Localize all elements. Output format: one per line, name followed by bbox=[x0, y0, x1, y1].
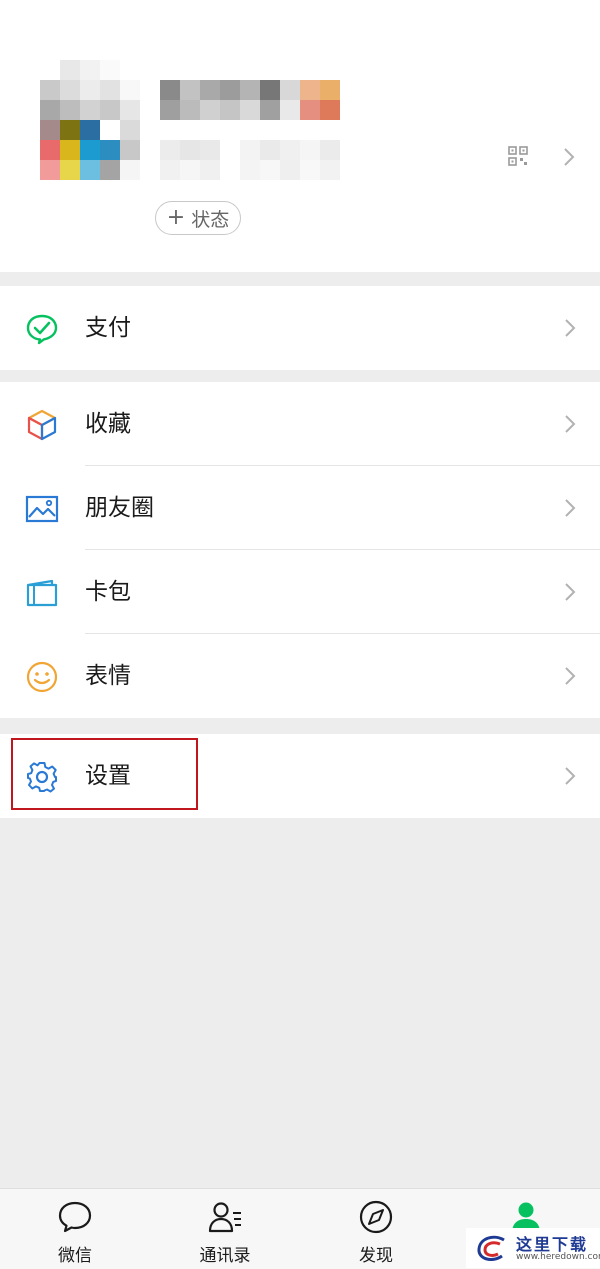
site-watermark: 这里下载 www.heredown.com bbox=[466, 1228, 600, 1268]
tab-label: 微信 bbox=[58, 1246, 92, 1266]
chevron-right-icon bbox=[565, 415, 576, 433]
tab-chats[interactable]: 微信 bbox=[15, 1189, 135, 1269]
menu-item-pay[interactable]: 支付 bbox=[0, 286, 600, 370]
menu-item-moments[interactable]: 朋友圈 bbox=[0, 466, 600, 550]
pay-group: 支付 bbox=[0, 286, 600, 370]
settings-highlight-box bbox=[11, 738, 198, 810]
moments-image-icon bbox=[25, 495, 59, 523]
tab-discover[interactable]: 发现 bbox=[316, 1189, 436, 1269]
chevron-right-icon bbox=[565, 319, 576, 337]
chevron-right-icon bbox=[565, 583, 576, 601]
add-status-button[interactable]: + 状态 bbox=[155, 201, 241, 235]
menu-item-label: 收藏 bbox=[85, 411, 131, 437]
favorites-cube-icon bbox=[27, 409, 57, 441]
tab-label: 通讯录 bbox=[199, 1246, 251, 1266]
watermark-logo-icon bbox=[477, 1235, 505, 1261]
qr-code-icon[interactable] bbox=[508, 146, 528, 166]
compass-icon bbox=[359, 1200, 393, 1234]
status-button-label: 状态 bbox=[191, 208, 230, 231]
chevron-right-icon bbox=[565, 767, 576, 785]
chat-bubble-icon bbox=[58, 1201, 92, 1233]
watermark-url: www.heredown.com bbox=[516, 1252, 600, 1262]
chevron-right-icon bbox=[564, 148, 575, 166]
nickname-blurred bbox=[160, 80, 340, 120]
plus-icon: + bbox=[166, 205, 186, 230]
menu-item-label: 支付 bbox=[85, 315, 131, 341]
pay-icon bbox=[26, 314, 58, 345]
feature-group: 收藏 朋友圈 卡包 表情 bbox=[0, 382, 600, 718]
card-wallet-icon bbox=[26, 579, 58, 607]
sticker-smiley-icon bbox=[26, 661, 58, 693]
menu-item-favorites[interactable]: 收藏 bbox=[0, 382, 600, 466]
tab-label: 发现 bbox=[359, 1246, 393, 1266]
menu-item-label: 卡包 bbox=[85, 579, 131, 605]
profile-header[interactable]: + 状态 bbox=[0, 0, 600, 272]
wechat-id-blurred bbox=[160, 140, 360, 180]
chevron-right-icon bbox=[565, 667, 576, 685]
menu-item-stickers[interactable]: 表情 bbox=[0, 634, 600, 718]
menu-item-label: 表情 bbox=[85, 663, 131, 689]
tab-contacts[interactable]: 通讯录 bbox=[165, 1189, 285, 1269]
chevron-right-icon bbox=[565, 499, 576, 517]
menu-item-label: 朋友圈 bbox=[85, 495, 154, 521]
avatar[interactable] bbox=[40, 60, 140, 180]
menu-item-card-wallet[interactable]: 卡包 bbox=[0, 550, 600, 634]
contacts-icon bbox=[208, 1202, 241, 1233]
